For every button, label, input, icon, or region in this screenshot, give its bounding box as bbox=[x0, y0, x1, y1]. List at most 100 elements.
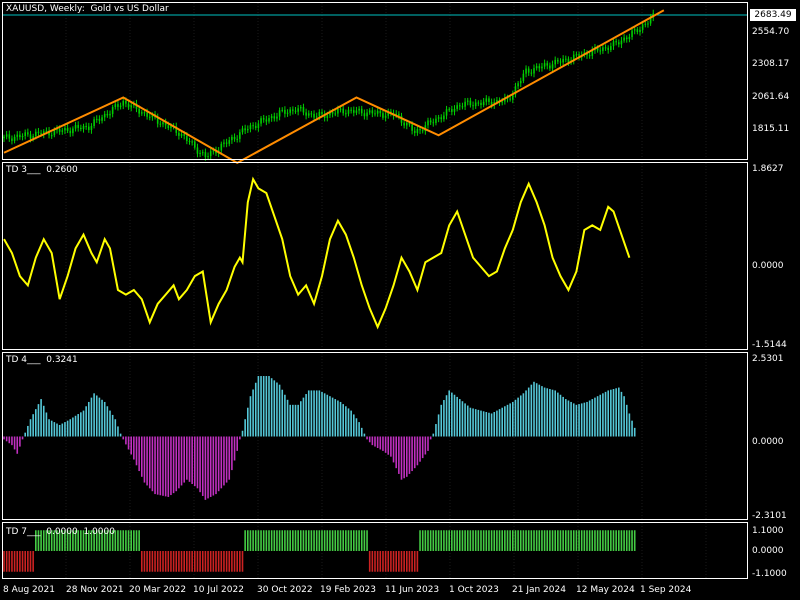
candle-body bbox=[350, 109, 352, 111]
candle-body bbox=[631, 30, 633, 37]
candle-body bbox=[366, 112, 368, 117]
candle-body bbox=[604, 47, 607, 49]
td4-histogram[interactable] bbox=[3, 376, 636, 500]
price-candles bbox=[3, 9, 655, 161]
candle-body bbox=[162, 122, 164, 125]
candle-body bbox=[599, 50, 602, 52]
candle-body bbox=[114, 104, 117, 107]
candle-body bbox=[122, 100, 125, 106]
candle-body bbox=[456, 105, 458, 109]
candle-body bbox=[413, 130, 416, 133]
candle-body bbox=[337, 108, 339, 114]
candle-body bbox=[58, 128, 61, 132]
td7-axis-label: 0.0000 bbox=[752, 546, 784, 556]
td3-title: TD 3___ 0.2600 bbox=[6, 165, 78, 175]
candle-body bbox=[16, 134, 19, 137]
candle-body bbox=[143, 112, 146, 114]
td7-axis-label: -1.1000 bbox=[752, 569, 787, 579]
candle-body bbox=[345, 113, 347, 115]
candle-body bbox=[353, 110, 355, 113]
candle-body bbox=[360, 108, 363, 114]
candle-body bbox=[66, 127, 69, 131]
candle-body bbox=[117, 104, 119, 107]
candle-body bbox=[300, 107, 302, 109]
candle-body bbox=[183, 134, 185, 136]
candle-body bbox=[639, 29, 641, 33]
candle-body bbox=[371, 110, 374, 114]
time-axis-label: 30 Oct 2022 bbox=[257, 585, 313, 595]
time-axis-label: 8 Aug 2021 bbox=[3, 585, 55, 595]
chart-canvas[interactable]: 2554.70 2308.17 2061.64 1815.11 1.8627 0… bbox=[0, 0, 800, 600]
td3-line bbox=[3, 176, 631, 330]
candle-body bbox=[461, 106, 464, 108]
candle-body bbox=[421, 130, 424, 132]
candle-body bbox=[318, 111, 321, 117]
candle-body bbox=[647, 23, 649, 25]
candle-body bbox=[254, 125, 257, 129]
candle-body bbox=[363, 113, 366, 117]
zigzag-line bbox=[3, 9, 665, 165]
candle-body bbox=[72, 128, 74, 134]
time-axis-label: 11 Jun 2023 bbox=[385, 585, 439, 595]
candle-body bbox=[50, 135, 53, 137]
td4-title: TD 4___ 0.3241 bbox=[6, 355, 78, 365]
candle-body bbox=[273, 116, 276, 119]
candle-body bbox=[453, 108, 456, 112]
price-axis-label: 2308.17 bbox=[752, 59, 789, 69]
candle-body bbox=[61, 130, 64, 132]
candle-body bbox=[358, 108, 360, 111]
td3-axis-label: 0.0000 bbox=[752, 261, 784, 271]
candle-body bbox=[612, 41, 615, 47]
candle-body bbox=[191, 141, 193, 143]
candle-body bbox=[294, 110, 297, 112]
candle-body bbox=[374, 113, 376, 115]
candle-body bbox=[95, 118, 98, 120]
candle-body bbox=[355, 110, 358, 113]
candle-body bbox=[35, 131, 37, 137]
candle-body bbox=[398, 113, 400, 116]
pane-borders bbox=[2, 2, 748, 579]
candle-body bbox=[292, 109, 294, 111]
candle-body bbox=[69, 130, 72, 134]
candle-body bbox=[620, 40, 623, 45]
candle-body bbox=[201, 152, 204, 154]
price-pane[interactable] bbox=[2, 9, 748, 165]
candle-body bbox=[451, 109, 453, 112]
candle-body bbox=[315, 116, 318, 118]
candle-body bbox=[440, 117, 443, 120]
candle-body bbox=[546, 63, 549, 66]
candle-body bbox=[368, 110, 371, 113]
candle-body bbox=[543, 63, 546, 67]
candle-body bbox=[127, 103, 130, 108]
candle-body bbox=[186, 135, 188, 141]
candle-body bbox=[88, 126, 90, 131]
candle-body bbox=[19, 134, 21, 138]
candle-body bbox=[265, 119, 268, 122]
candle-body bbox=[519, 80, 522, 84]
candle-body bbox=[207, 156, 209, 158]
candle-body bbox=[477, 102, 480, 104]
candle-body bbox=[80, 127, 82, 130]
candle-body bbox=[427, 120, 429, 126]
candle-body bbox=[125, 100, 127, 104]
candle-body bbox=[148, 116, 151, 118]
candle-body bbox=[284, 109, 286, 114]
candle-body bbox=[565, 58, 567, 60]
candle-body bbox=[241, 128, 244, 133]
candle-body bbox=[29, 134, 32, 139]
candle-body bbox=[196, 147, 199, 154]
candle-body bbox=[403, 122, 405, 126]
candle-body bbox=[334, 113, 337, 115]
candle-body bbox=[103, 113, 106, 118]
td4-axis-label: 0.0000 bbox=[752, 437, 784, 447]
candle-body bbox=[305, 112, 307, 116]
candle-body bbox=[557, 59, 559, 62]
time-axis-label: 28 Nov 2021 bbox=[66, 585, 124, 595]
candle-body bbox=[268, 118, 270, 122]
td4-axis-label: 2.5301 bbox=[752, 354, 784, 364]
candle-body bbox=[435, 118, 437, 123]
td3-pane[interactable] bbox=[3, 176, 631, 330]
candle-body bbox=[625, 37, 628, 40]
candle-body bbox=[98, 118, 101, 121]
candle-body bbox=[469, 100, 472, 106]
